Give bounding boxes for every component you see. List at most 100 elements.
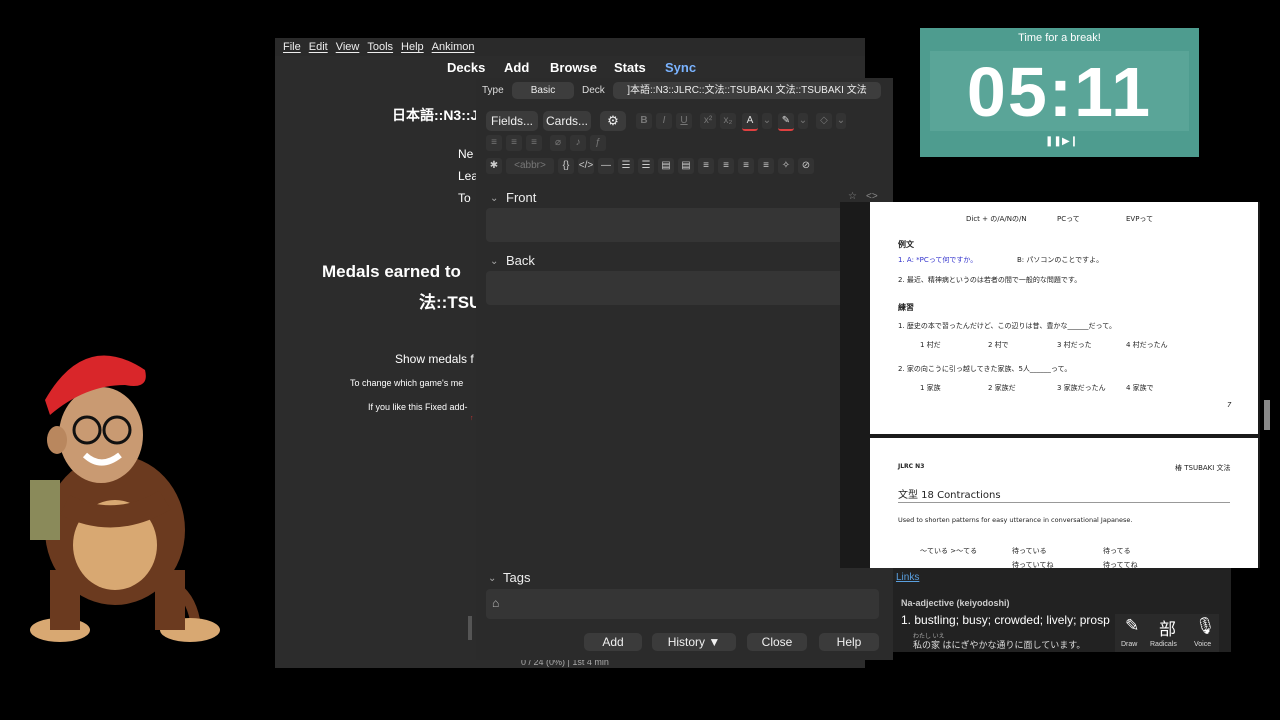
- formula-icon[interactable]: ƒ: [590, 135, 606, 151]
- back-collapse-icon[interactable]: ⌄: [490, 256, 498, 267]
- highlight-icon[interactable]: ✎: [778, 113, 794, 131]
- toolbar-sync[interactable]: Sync: [665, 60, 696, 75]
- code-icon[interactable]: </>: [578, 158, 594, 174]
- horizontal-rule-icon[interactable]: —: [598, 158, 614, 174]
- draw-label: Draw: [1121, 641, 1138, 648]
- pdf-scrollbar[interactable]: [1264, 400, 1270, 430]
- skip-icon[interactable]: ▶❙: [1062, 136, 1078, 147]
- voice-label: Voice: [1194, 641, 1212, 648]
- list-icon[interactable]: ≡: [486, 135, 502, 151]
- superscript-icon[interactable]: x²: [700, 113, 716, 129]
- bullet-list-icon[interactable]: ☰: [618, 158, 634, 174]
- contraction-rule: ～ている >～てる: [920, 547, 978, 555]
- bold-icon[interactable]: B: [636, 113, 652, 129]
- change-game-text: To change which game's me: [350, 378, 464, 388]
- add-button[interactable]: Add: [584, 633, 642, 651]
- medals-heading: Medals earned to: [322, 262, 461, 281]
- links-link[interactable]: Links: [896, 572, 919, 583]
- attach-icon[interactable]: ⌀: [550, 135, 566, 151]
- practice-heading: 練習: [898, 303, 914, 312]
- q2-option-1: 1 家族: [920, 384, 941, 392]
- subscript-icon[interactable]: x₂: [720, 113, 736, 129]
- page-left-header: JLRC N3: [898, 463, 925, 470]
- tag-icon: ⌂: [492, 596, 500, 610]
- front-collapse-icon[interactable]: ⌄: [490, 193, 498, 204]
- italic-icon[interactable]: I: [656, 113, 672, 129]
- chevron-down-icon[interactable]: ⌄: [762, 113, 772, 129]
- deck-title: 日本語::N3::J: [392, 107, 479, 123]
- dictionary-panel: Links Na-adjective (keiyodoshi) 1. bustl…: [893, 568, 1231, 652]
- pattern-description: Used to shorten patterns for easy uttera…: [898, 516, 1133, 524]
- draw-icon[interactable]: ✎: [1125, 616, 1139, 636]
- clear-format-icon[interactable]: ⊘: [798, 158, 814, 174]
- tags-input[interactable]: ⌂: [486, 589, 879, 619]
- scroll-indicator: [468, 616, 472, 640]
- microphone-icon-voice[interactable]: 🎙: [1195, 616, 1215, 636]
- html-toggle-icon[interactable]: <>: [866, 191, 878, 202]
- q2-option-4: 4 家族で: [1126, 384, 1154, 392]
- outdent-icon[interactable]: ▤: [678, 158, 694, 174]
- stat-review-label: To: [458, 191, 471, 205]
- cloze-icon[interactable]: ✱: [486, 158, 502, 174]
- numbered-list-icon[interactable]: ☰: [638, 158, 654, 174]
- chevron-down-icon-3[interactable]: ⌄: [836, 113, 846, 129]
- example-2: 2. 最近、精神病というのは若者の間で一般的な問題です。: [898, 276, 1082, 284]
- break-timer-widget: Time for a break! 05:11 ❚❚ ▶❙: [920, 28, 1199, 157]
- abbr-button[interactable]: <abbr>: [506, 158, 554, 174]
- toolbar-browse[interactable]: Browse: [550, 60, 597, 75]
- menu-edit[interactable]: Edit: [305, 38, 332, 53]
- align-center-icon[interactable]: ≡: [698, 158, 714, 174]
- q2-option-2: 2 家族だ: [988, 384, 1016, 392]
- menu-view[interactable]: View: [332, 38, 364, 53]
- help-button[interactable]: Help: [819, 633, 879, 651]
- deck-selector[interactable]: ]本語::N3::JLRC::文法::TSUBAKI 文法::TSUBAKI 文…: [613, 82, 881, 99]
- timer-title: Time for a break!: [1018, 32, 1101, 44]
- toolbar-decks[interactable]: Decks: [447, 60, 485, 75]
- toolbar-add[interactable]: Add: [504, 60, 529, 75]
- justify-icon[interactable]: ≡: [758, 158, 774, 174]
- tags-collapse-icon[interactable]: ⌄: [488, 573, 496, 584]
- chevron-down-icon-2[interactable]: ⌄: [798, 113, 808, 129]
- radicals-icon[interactable]: 部: [1159, 615, 1176, 640]
- notetype-selector[interactable]: Basic: [512, 82, 574, 99]
- indent-icon[interactable]: ▤: [658, 158, 674, 174]
- braces-icon[interactable]: {}: [558, 158, 574, 174]
- q1-option-3: 3 村だった: [1057, 341, 1092, 349]
- back-label: Back: [506, 253, 535, 268]
- front-field-input[interactable]: [486, 208, 886, 242]
- pin-icon[interactable]: ☆: [848, 191, 857, 202]
- front-label: Front: [506, 190, 537, 205]
- magic-icon[interactable]: ✧: [778, 158, 794, 174]
- align-icon[interactable]: ≡: [526, 135, 542, 151]
- contraction-long-1: 待っている: [1012, 547, 1047, 555]
- q1-option-2: 2 村で: [988, 341, 1009, 349]
- cards-button[interactable]: Cards...: [543, 111, 591, 131]
- add-note-window: Type Basic Deck ]本語::N3::JLRC::文法::TSUBA…: [476, 78, 893, 660]
- history-button[interactable]: History ▼: [652, 633, 736, 651]
- align-right-icon[interactable]: ≡: [738, 158, 754, 174]
- gear-icon[interactable]: ⚙: [600, 111, 626, 131]
- contraction-short-1: 待ってる: [1103, 547, 1131, 555]
- menu-tools[interactable]: Tools: [363, 38, 397, 53]
- underline-icon[interactable]: U: [676, 113, 692, 129]
- microphone-icon[interactable]: ♪: [570, 135, 586, 151]
- eraser-icon[interactable]: ◇: [816, 113, 832, 129]
- menu-file[interactable]: File: [279, 38, 305, 53]
- back-field-input[interactable]: [486, 271, 886, 305]
- menu-help[interactable]: Help: [397, 38, 428, 53]
- pdf-page-2: JLRC N3 椿 TSUBAKI 文法 文型 18 Contractions …: [870, 438, 1258, 569]
- show-medals-text: Show medals f: [395, 352, 474, 366]
- close-button[interactable]: Close: [747, 633, 807, 651]
- menu-ankimon[interactable]: Ankimon: [428, 38, 479, 53]
- toolbar-stats[interactable]: Stats: [614, 60, 646, 75]
- menu-bar: File Edit View Tools Help Ankimon: [275, 38, 865, 56]
- align-left-icon[interactable]: ≡: [718, 158, 734, 174]
- text-color-icon[interactable]: A: [742, 113, 758, 131]
- question-1: 1. 歴史の本で習ったんだけど、この辺りは昔、豊かな______だって。: [898, 322, 1116, 330]
- tags-label: Tags: [503, 570, 531, 585]
- ordered-list-icon[interactable]: ≡: [506, 135, 522, 151]
- pause-icon[interactable]: ❚❚: [1045, 136, 1062, 147]
- deck-label: Deck: [582, 85, 605, 96]
- main-toolbar: Decks Add Browse Stats Sync: [275, 58, 865, 78]
- fields-button[interactable]: Fields...: [486, 111, 538, 131]
